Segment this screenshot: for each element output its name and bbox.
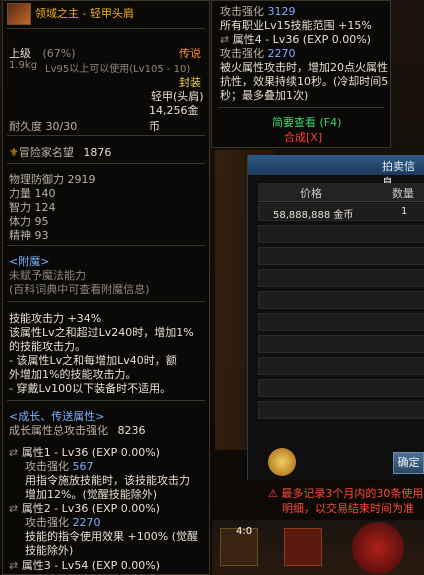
attr4-desc-3: 秒；最多叠加1次) xyxy=(220,89,309,102)
attr-move-icon: ⇄ xyxy=(9,559,19,572)
table-row xyxy=(258,401,424,419)
auction-panel-title-bar[interactable]: 拍卖信息 xyxy=(248,155,424,189)
stat-value: 93 xyxy=(34,229,49,242)
level-requirement: Lv95以上可以使用(Lv105 - 10) xyxy=(45,64,191,75)
table-row[interactable]: 58,888,888 金币 1 xyxy=(258,203,424,221)
gold-coin-icon xyxy=(268,448,296,476)
divider xyxy=(7,163,205,164)
growth-total-value: 8236 xyxy=(117,424,146,437)
item-weight: 1.9kg xyxy=(9,60,38,71)
durability: 耐久度 30/30 xyxy=(9,120,78,133)
grade-label: 上级 xyxy=(9,47,31,60)
attr-move-icon: ⇄ xyxy=(9,502,19,515)
divider xyxy=(7,400,205,401)
skill-badge: 4:0 xyxy=(236,526,253,537)
reputation-value: 1876 xyxy=(83,146,112,159)
divider xyxy=(7,28,205,29)
compare-tooltip: 攻击强化 3129 所有职业Lv15技能范围 +15% ⇄ 属性4 - Lv36… xyxy=(211,0,391,148)
divider xyxy=(218,107,384,108)
table-row xyxy=(258,225,424,243)
table-row xyxy=(258,357,424,375)
table-row xyxy=(258,335,424,353)
reputation-label: 冒险家名望 xyxy=(18,146,74,159)
table-row xyxy=(258,247,424,265)
table-row xyxy=(258,291,424,309)
stat-label: 精神 xyxy=(9,229,31,242)
warning-line-1: ⚠ 最多记录3个月内的30条使用 xyxy=(268,487,424,500)
row-price: 58,888,888 金币 xyxy=(273,210,354,221)
stat-value: 2919 xyxy=(67,173,96,186)
enchant-hint: (百科词典中可查看附魔信息) xyxy=(9,283,150,296)
item-icon xyxy=(7,3,31,25)
grade-percent: (67%) xyxy=(42,47,76,60)
hp-orb-icon xyxy=(352,522,404,574)
table-row xyxy=(258,269,424,287)
growth-total-label: 成长属性总攻击强化 xyxy=(9,424,108,437)
attr2-desc-2: 技能除外) xyxy=(25,544,74,557)
row-quantity: 1 xyxy=(401,206,408,217)
compose-link[interactable]: 合成[X] xyxy=(284,129,322,145)
skill-line: - 穿戴Lv100以下装备时不适用。 xyxy=(9,382,172,395)
table-row xyxy=(258,313,424,331)
divider xyxy=(7,301,205,302)
item-tooltip: 领域之主 - 轻甲头肩 上级 (67%) 传说 1.9kg Lv95以上可以使用… xyxy=(2,0,210,575)
auction-info-panel: 拍卖信息 价格 数量 58,888,888 金币 1 xyxy=(247,155,424,480)
confirm-button[interactable]: 确定 xyxy=(393,452,424,474)
auction-warning: ⚠ 最多记录3个月内的30条使用 明细，以交易结束时间为准 xyxy=(268,486,424,516)
skill-slot[interactable] xyxy=(284,528,322,566)
rarity-label: 传说 xyxy=(179,47,201,60)
divider xyxy=(7,135,205,136)
column-header-quantity: 数量 xyxy=(392,187,414,200)
auction-table-header: 价格 数量 xyxy=(258,183,424,202)
reputation-icon: ⚜ xyxy=(9,146,19,159)
attr3-title: 属性3 - Lv54 (EXP 0.00%) xyxy=(21,559,160,572)
brief-view-link[interactable]: 简要查看 (F4) xyxy=(272,114,341,130)
bottom-skill-bar: 4:0 xyxy=(212,520,424,575)
column-header-price: 价格 xyxy=(300,187,322,200)
attr-move-icon: ⇄ xyxy=(9,446,19,459)
warning-line-2: 明细，以交易结束时间为准 xyxy=(282,502,414,515)
item-name: 领域之主 - 轻甲头肩 xyxy=(35,7,134,20)
divider xyxy=(7,245,205,246)
item-price: 14,256金币 xyxy=(149,104,199,133)
table-row xyxy=(258,379,424,397)
